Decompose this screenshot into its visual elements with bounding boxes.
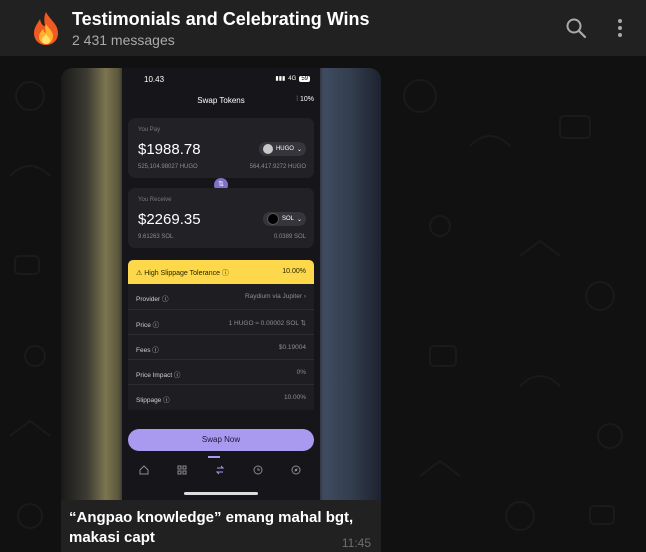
swap-tab-icon <box>215 465 225 475</box>
detail-value: 0% <box>296 369 306 376</box>
phone-status-indicators: ▮▮▮ 4G 59 <box>275 75 310 82</box>
pay-sub-left: 525,104.98027 HUGO <box>138 164 198 170</box>
swap-details: Provider ⓘ Raydium via Jupiter › Price ⓘ… <box>128 284 314 410</box>
search-icon[interactable] <box>564 16 588 40</box>
pay-sub-right: 564,417.9272 HUGO <box>249 164 306 170</box>
grid-icon <box>177 465 187 475</box>
detail-key: Fees ⓘ <box>136 347 159 354</box>
phone-screen: 10.43 ▮▮▮ 4G 59 Swap Tokens ⫶ 10% You Pa… <box>122 68 320 500</box>
detail-row-price-impact: Price Impact ⓘ 0% <box>128 359 314 385</box>
detail-value: Raydium via Jupiter › <box>244 293 306 300</box>
message-bubble[interactable]: 10.43 ▮▮▮ 4G 59 Swap Tokens ⫶ 10% You Pa… <box>61 68 381 552</box>
more-vertical-icon[interactable] <box>608 16 632 40</box>
chevron-down-icon: ⌄ <box>296 216 302 223</box>
chat-header: Testimonials and Celebrating Wins 2 431 … <box>0 0 646 56</box>
message-caption[interactable]: “Angpao knowledge” emang mahal bgt, maka… <box>69 508 369 548</box>
detail-row-fees: Fees ⓘ $0.19004 <box>128 334 314 360</box>
signal-icon: ▮▮▮ <box>275 76 286 82</box>
clock-icon <box>253 465 263 475</box>
detail-value: $0.19004 <box>278 344 306 351</box>
compass-icon <box>291 465 301 475</box>
pay-token-select: HUGO ⌄ <box>258 142 306 156</box>
pay-label: You Pay <box>138 127 161 133</box>
receive-token-label: SOL <box>281 216 294 222</box>
battery-icon: 59 <box>299 75 310 82</box>
pay-token-label: HUGO <box>275 146 294 152</box>
receive-token-select: SOL ⌄ <box>262 212 306 226</box>
caption-line-1: “Angpao knowledge” emang mahal bgt, <box>69 509 354 526</box>
swap-title: Swap Tokens <box>197 96 245 105</box>
detail-key: Provider ⓘ <box>136 296 169 303</box>
slippage-setting: ⫶ 10% <box>296 96 314 104</box>
network-label: 4G <box>288 75 297 82</box>
warning-label: ⚠ High Slippage Tolerance ⓘ <box>136 270 229 277</box>
message-count: 2 431 messages <box>72 31 175 48</box>
swap-now-button: Swap Now <box>128 429 314 451</box>
slippage-value: 10% <box>299 96 314 103</box>
detail-row-price: Price ⓘ 1 HUGO ≈ 0.00002 SOL ⇅ <box>128 309 314 335</box>
detail-row-provider: Provider ⓘ Raydium via Jupiter › <box>128 284 314 309</box>
message-time: 11:45 <box>341 536 371 550</box>
warning-value: 10.00% <box>282 268 306 275</box>
receive-label: You Receive <box>138 197 172 203</box>
hugo-token-icon <box>262 144 273 154</box>
phone-tab-bar <box>122 458 320 484</box>
chat-title[interactable]: Testimonials and Celebrating Wins <box>72 8 370 30</box>
receive-sub-right: 0.0389 SOL <box>273 234 306 240</box>
slippage-warning: ⚠ High Slippage Tolerance ⓘ 10.00% <box>128 260 314 284</box>
phone-status-time: 10.43 <box>144 75 165 84</box>
receive-amount: $2269.35 <box>138 211 201 228</box>
receive-card: You Receive $2269.35 SOL ⌄ 9.61263 SOL 0… <box>128 188 314 248</box>
detail-row-slippage: Slippage ⓘ 10.00% <box>128 384 314 410</box>
screenshot-photo[interactable]: 10.43 ▮▮▮ 4G 59 Swap Tokens ⫶ 10% You Pa… <box>61 68 381 500</box>
sol-token-icon <box>266 213 279 225</box>
detail-key: Price Impact ⓘ <box>136 372 181 379</box>
detail-value: 10.00% <box>283 394 306 401</box>
detail-key: Slippage ⓘ <box>136 397 170 404</box>
fire-icon[interactable] <box>28 10 64 46</box>
home-indicator <box>184 492 258 495</box>
chevron-down-icon: ⌄ <box>296 146 302 153</box>
pay-card: You Pay $1988.78 HUGO ⌄ 525,104.98027 HU… <box>128 118 314 178</box>
caption-line-2: makasi capt <box>69 529 155 546</box>
home-icon <box>139 465 149 475</box>
receive-sub-left: 9.61263 SOL <box>138 234 174 240</box>
detail-value: 1 HUGO ≈ 0.00002 SOL ⇅ <box>228 320 306 327</box>
detail-key: Price ⓘ <box>136 322 160 329</box>
pay-amount: $1988.78 <box>138 141 201 158</box>
